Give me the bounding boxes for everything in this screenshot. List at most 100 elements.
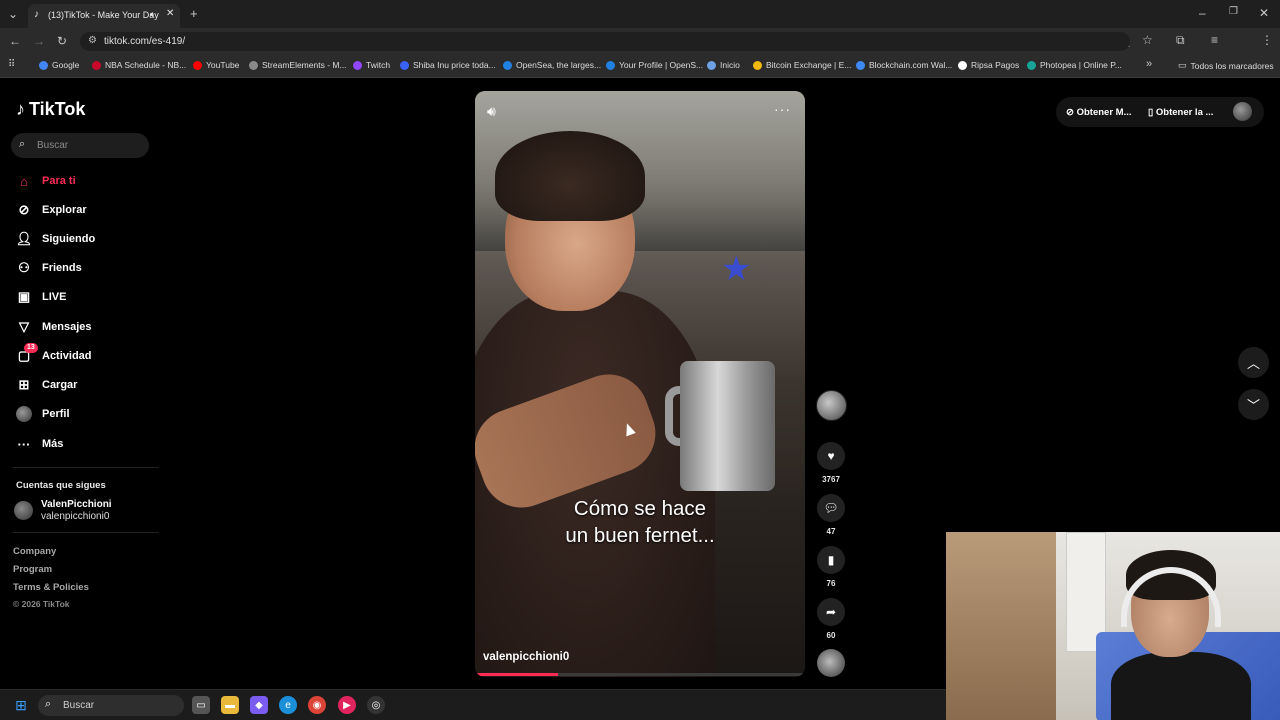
share-icon: ➦: [817, 598, 845, 626]
reload-icon[interactable]: ↻: [57, 34, 67, 48]
video-options-icon[interactable]: ···: [774, 101, 791, 117]
chrome-icon[interactable]: ◉: [308, 696, 326, 714]
following-handle: valenpicchioni0: [41, 511, 110, 522]
chevron-up-icon: ︿: [1246, 356, 1260, 371]
restore-icon[interactable]: ❐: [1229, 6, 1238, 17]
bookmark-bitcoin-exchange[interactable]: Bitcoin Exchange | E...: [753, 60, 851, 70]
minimize-icon[interactable]: –: [1199, 6, 1206, 20]
windows-start-icon[interactable]: ⊞: [12, 696, 30, 714]
video-player[interactable]: ★ 🔊︎ ··· Cómo se hace un buen fernet... …: [475, 91, 805, 677]
creator-avatar[interactable]: [816, 390, 847, 421]
sidebar-item-cargar[interactable]: ⊞ Cargar: [16, 377, 78, 393]
audio-icon[interactable]: 🔈︎: [150, 9, 155, 20]
sidebar-item-friends[interactable]: ⚇ Friends: [16, 260, 82, 276]
tiktok-favicon-icon: ♪: [34, 9, 39, 20]
bookmark-nba[interactable]: NBA Schedule - NB...: [92, 60, 186, 70]
new-tab-icon[interactable]: +: [190, 6, 198, 21]
tiktok-logo[interactable]: ♪ TikTok: [16, 99, 85, 120]
sidebar-item-explorar[interactable]: ⊘ Explorar: [16, 202, 87, 218]
more-icon: ···: [17, 436, 31, 452]
bookmark-photopea[interactable]: Photopea | Online P...: [1027, 60, 1122, 70]
bookmark-shiba-inu[interactable]: Shiba Inu price toda...: [400, 60, 496, 70]
browser-tab-bar: ⌄ ♪ (13)TikTok - Make Your Day 🔈︎ ✕ + – …: [0, 0, 1280, 28]
video-progress-bar[interactable]: [475, 673, 805, 676]
following-name: ValenPicchioni: [41, 499, 112, 510]
save-button[interactable]: ▮ 76: [817, 546, 845, 588]
compass-icon: ⊘: [18, 202, 30, 217]
bookmark-star-icon[interactable]: ☆: [1142, 33, 1153, 47]
like-button[interactable]: ♥ 3767: [817, 442, 845, 484]
header-actions: ⊘ Obtener M... ▯ Obtener la ...: [1056, 97, 1264, 127]
webcam-person: [1111, 542, 1251, 720]
site-info-icon[interactable]: ⚙: [88, 35, 97, 46]
sidebar-item-perfil[interactable]: Perfil: [16, 406, 70, 422]
tab-list-icon[interactable]: ⌄: [8, 7, 18, 21]
sidebar-item-para-ti[interactable]: ⌂ Para ti: [16, 173, 76, 189]
bookmark-opensea-profile[interactable]: Your Profile | OpenS...: [606, 60, 703, 70]
sidebar-item-siguiendo[interactable]: 👤︎ Siguiendo: [16, 231, 95, 247]
edge-icon[interactable]: e: [279, 696, 297, 714]
bookmark-google[interactable]: Google: [39, 60, 79, 70]
copilot-icon[interactable]: ◆: [250, 696, 268, 714]
bookmark-inicio[interactable]: Inicio: [707, 60, 740, 70]
chrome-menu-icon[interactable]: ⋮: [1261, 33, 1273, 47]
home-icon: ⌂: [20, 173, 28, 189]
media-player-icon[interactable]: ▶: [338, 696, 356, 714]
video-username[interactable]: valenpicchioni0: [483, 651, 569, 663]
more-bookmarks-icon[interactable]: »: [1146, 58, 1152, 70]
close-window-icon[interactable]: ✕: [1259, 6, 1269, 20]
bookmark-ripsa[interactable]: Ripsa Pagos: [958, 60, 1019, 70]
previous-video-button[interactable]: ︿: [1238, 347, 1269, 378]
back-icon[interactable]: ←: [9, 34, 21, 48]
bookmark-streamelements[interactable]: StreamElements - M...: [249, 60, 347, 70]
chevron-down-icon: ﹀: [1246, 398, 1260, 413]
sidebar-item-actividad[interactable]: ▢ 13 Actividad: [16, 343, 92, 364]
bookmark-blockchain[interactable]: Blockchain.com Wal...: [856, 60, 952, 70]
share-button[interactable]: ➦ 60: [817, 598, 845, 640]
following-avatar: [14, 501, 33, 520]
bookmarks-bar: ⠿ Google NBA Schedule - NB... YouTube St…: [0, 55, 1280, 78]
footer-company-link[interactable]: Company: [13, 546, 56, 557]
get-coins-button[interactable]: ⊘ Obtener M...: [1066, 107, 1132, 118]
music-disc-icon[interactable]: [817, 649, 845, 677]
bookmark-icon: ▮: [817, 546, 845, 574]
volume-icon[interactable]: 🔊︎: [487, 103, 496, 120]
following-icon: 👤︎: [15, 231, 33, 246]
media-control-icon[interactable]: ≡: [1211, 33, 1218, 47]
task-view-icon[interactable]: ▭: [192, 696, 210, 714]
file-explorer-icon[interactable]: ▬: [221, 696, 239, 714]
taskbar-search[interactable]: ⌕ Buscar: [38, 695, 184, 716]
close-tab-icon[interactable]: ✕: [166, 8, 174, 19]
bookmark-twitch[interactable]: Twitch: [353, 60, 390, 70]
sidebar-item-mas[interactable]: ··· Más: [16, 436, 64, 452]
footer-terms-link[interactable]: Terms & Policies: [13, 582, 89, 593]
get-app-button[interactable]: ▯ Obtener la ...: [1148, 107, 1213, 118]
bookmark-youtube[interactable]: YouTube: [193, 60, 239, 70]
video-caption: Cómo se hace un buen fernet...: [565, 497, 715, 547]
comment-button[interactable]: 💬︎ 47: [817, 494, 845, 536]
apps-grid-icon[interactable]: ⠿: [8, 59, 15, 70]
bookmark-opensea[interactable]: OpenSea, the larges...: [503, 60, 601, 70]
search-input[interactable]: ⌕ Buscar: [11, 133, 149, 158]
folder-icon: ▭: [1178, 60, 1187, 70]
comment-icon: 💬︎: [817, 494, 845, 522]
extensions-icon[interactable]: ⧉: [1176, 33, 1185, 48]
video-frame-star: ★: [721, 250, 752, 288]
all-bookmarks-folder[interactable]: ▭ Todos los marcadores: [1178, 60, 1274, 71]
sidebar-divider: [13, 532, 159, 533]
sidebar-item-mensajes[interactable]: ▽ Mensajes: [16, 319, 92, 335]
browser-tab[interactable]: ♪ (13)TikTok - Make Your Day 🔈︎ ✕: [28, 4, 180, 28]
footer-program-link[interactable]: Program: [13, 564, 52, 575]
search-icon: ⌕: [19, 138, 26, 150]
save-count: 76: [826, 579, 836, 588]
windows-taskbar: ⊞ ⌕ Buscar ▭ ▬ ◆ e ◉ ▶ ◎: [0, 689, 946, 720]
forward-icon[interactable]: →: [33, 34, 45, 48]
app-icon[interactable]: ◎: [367, 696, 385, 714]
messages-icon: ▽: [19, 319, 29, 334]
live-icon: ▣: [17, 289, 31, 304]
sidebar-divider: [13, 467, 159, 468]
user-avatar[interactable]: [1233, 102, 1252, 121]
address-bar[interactable]: ⚙ tiktok.com/es-419/: [80, 32, 1130, 51]
sidebar-item-live[interactable]: ▣ LIVE: [16, 289, 67, 305]
next-video-button[interactable]: ﹀: [1238, 389, 1269, 420]
